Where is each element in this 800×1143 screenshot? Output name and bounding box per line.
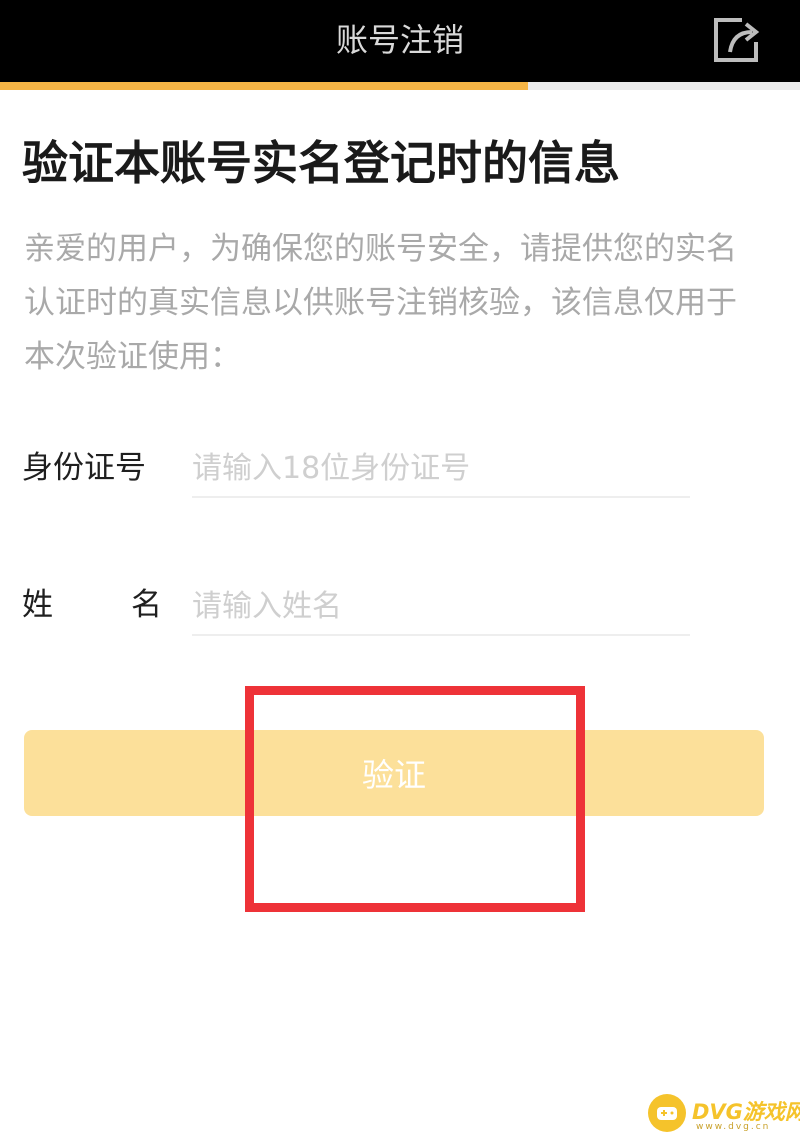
name-input[interactable] bbox=[192, 578, 690, 636]
name-label-char-1: 姓 bbox=[22, 587, 53, 623]
progress-bar bbox=[0, 82, 800, 90]
name-label-char-2: 名 bbox=[131, 587, 162, 623]
verification-heading: 验证本账号实名登记时的信息 bbox=[22, 136, 620, 190]
watermark-logo bbox=[648, 1094, 686, 1132]
name-label: 姓 名 bbox=[22, 583, 162, 627]
page-title: 账号注销 bbox=[335, 21, 464, 59]
gamepad-icon bbox=[657, 1107, 677, 1120]
watermark: DVG游戏网 www.dvg.cn bbox=[648, 1094, 800, 1136]
share-icon bbox=[714, 18, 760, 62]
share-button[interactable] bbox=[708, 12, 766, 68]
top-app-bar: 账号注销 bbox=[0, 0, 800, 82]
progress-bar-fill bbox=[0, 82, 528, 90]
watermark-subtext: www.dvg.cn bbox=[696, 1122, 771, 1132]
id-number-label: 身份证号 bbox=[22, 450, 146, 486]
verification-description: 亲爱的用户，为确保您的账号安全，请提供您的实名认证时的真实信息以供账号注销核验，… bbox=[24, 231, 737, 375]
verify-button[interactable]: 验证 bbox=[24, 730, 764, 816]
id-number-input[interactable] bbox=[192, 440, 690, 498]
